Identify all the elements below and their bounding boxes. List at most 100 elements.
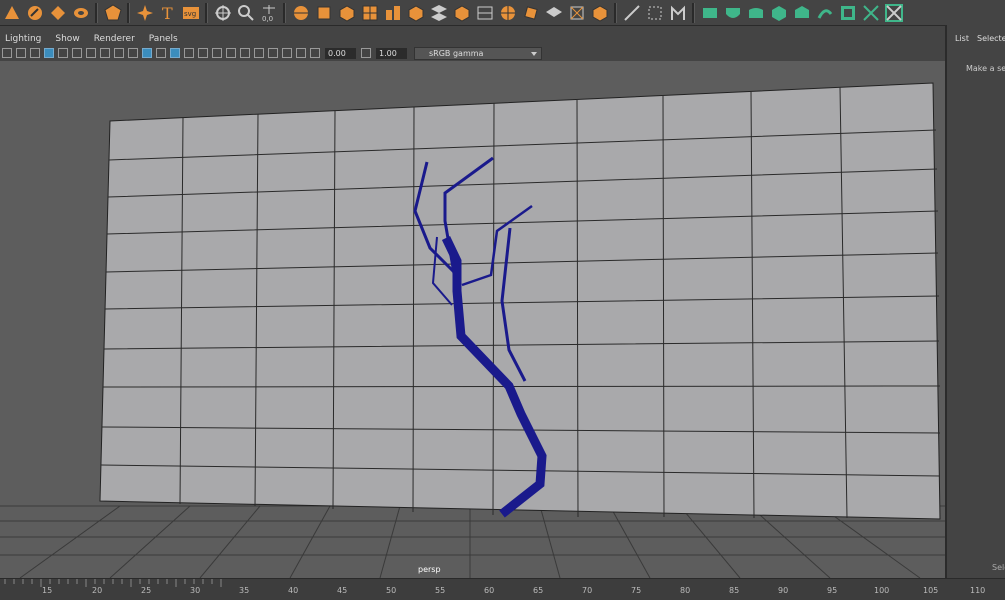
wireframe-icon[interactable] xyxy=(128,48,138,58)
outliner-panel: List Selected Make a sele Sele xyxy=(945,25,1005,578)
lock-camera-icon[interactable] xyxy=(16,48,26,58)
coordinate-icon[interactable]: 0,0 xyxy=(259,3,278,22)
text-icon[interactable]: T xyxy=(158,3,177,22)
timeline[interactable]: 15 20 25 30 35 40 45 50 55 60 65 70 75 8… xyxy=(0,578,1005,600)
textured-icon[interactable] xyxy=(184,48,194,58)
timeline-tick: 110 xyxy=(970,586,986,595)
hud-icon[interactable] xyxy=(268,48,278,58)
smooth-shade-icon[interactable] xyxy=(142,48,152,58)
curve-icon[interactable] xyxy=(668,3,687,22)
timeline-tick: 85 xyxy=(729,586,740,595)
resolution-gate-icon[interactable] xyxy=(72,48,82,58)
cube-icon[interactable] xyxy=(544,3,563,22)
cube-icon[interactable] xyxy=(429,3,448,22)
timeline-tick: 70 xyxy=(582,586,593,595)
polygon-icon[interactable] xyxy=(103,3,122,22)
field-chart-icon[interactable] xyxy=(100,48,110,58)
wall-plane[interactable] xyxy=(99,82,941,520)
motion-blur-icon[interactable] xyxy=(240,48,250,58)
ambient-occlusion-icon[interactable] xyxy=(226,48,236,58)
diamond-icon[interactable] xyxy=(48,3,67,22)
green-icon[interactable] xyxy=(723,3,742,22)
timeline-tick: 100 xyxy=(874,586,890,595)
grid-icon[interactable] xyxy=(44,48,54,58)
shelf-toolbar: T svg 0,0 xyxy=(0,0,1005,26)
exposure-icon[interactable] xyxy=(310,48,320,58)
cube-icon[interactable] xyxy=(521,3,540,22)
green-icon[interactable] xyxy=(838,3,857,22)
curve-icon[interactable] xyxy=(645,3,664,22)
menu-panels[interactable]: Panels xyxy=(149,34,178,44)
separator xyxy=(127,2,130,23)
outliner-hint: Make a sele xyxy=(966,64,1005,73)
measure-icon[interactable] xyxy=(213,3,232,22)
outliner-footer: Sele xyxy=(992,563,1005,572)
camera-label: persp xyxy=(418,565,441,574)
exposure-field[interactable]: 0.00 xyxy=(325,47,356,59)
timeline-tick: 30 xyxy=(190,586,201,595)
timeline-tick: 25 xyxy=(141,586,152,595)
gamma-icon[interactable] xyxy=(361,48,371,58)
svg-icon[interactable]: svg xyxy=(181,3,200,22)
use-lights-icon[interactable] xyxy=(156,48,166,58)
timeline-tick: 95 xyxy=(827,586,838,595)
locator-icon[interactable] xyxy=(236,3,255,22)
tab-selected[interactable]: Selected xyxy=(977,34,1005,43)
green-icon[interactable] xyxy=(815,3,834,22)
svg-text:svg: svg xyxy=(184,10,196,18)
timeline-tick: 75 xyxy=(631,586,642,595)
sphere-icon[interactable] xyxy=(2,3,21,22)
menu-renderer[interactable]: Renderer xyxy=(94,34,135,44)
film-gate-icon[interactable] xyxy=(58,48,68,58)
timeline-tick: 105 xyxy=(923,586,939,595)
snapshot-icon[interactable] xyxy=(282,48,292,58)
green-icon[interactable] xyxy=(792,3,811,22)
timeline-tick: 15 xyxy=(42,586,53,595)
timeline-tick: 60 xyxy=(484,586,495,595)
menu-lighting[interactable]: Lighting xyxy=(5,34,41,44)
timeline-tick: 50 xyxy=(386,586,397,595)
cube-icon[interactable] xyxy=(360,3,379,22)
viewport-toolbar: 0.00 1.00 sRGB gamma xyxy=(0,45,945,62)
menu-show[interactable]: Show xyxy=(55,34,79,44)
gamma-field[interactable]: 1.00 xyxy=(376,47,407,59)
globe-icon[interactable] xyxy=(498,3,517,22)
separator xyxy=(95,2,98,23)
viewport-menubar: Lighting Show Renderer Panels xyxy=(0,33,945,45)
xray-icon[interactable] xyxy=(170,48,180,58)
green-icon[interactable] xyxy=(769,3,788,22)
cube-icon[interactable] xyxy=(383,3,402,22)
bookmark-icon[interactable] xyxy=(30,48,40,58)
shadows-icon[interactable] xyxy=(212,48,222,58)
green-icon[interactable] xyxy=(700,3,719,22)
safe-action-icon[interactable] xyxy=(114,48,124,58)
fit-view-icon[interactable] xyxy=(296,48,306,58)
svg-text:T: T xyxy=(162,4,173,22)
multisample-icon[interactable] xyxy=(254,48,264,58)
cube-icon[interactable] xyxy=(314,3,333,22)
select-camera-icon[interactable] xyxy=(2,48,12,58)
pencil-icon[interactable] xyxy=(25,3,44,22)
separator xyxy=(692,2,695,23)
gate-mask-icon[interactable] xyxy=(86,48,96,58)
green-icon[interactable] xyxy=(884,3,903,22)
nurbs-sphere-icon[interactable] xyxy=(291,3,310,22)
cube-icon[interactable] xyxy=(567,3,586,22)
cube-icon[interactable] xyxy=(590,3,609,22)
curve-icon[interactable] xyxy=(622,3,641,22)
timeline-tick: 65 xyxy=(533,586,544,595)
frame-icon[interactable] xyxy=(475,3,494,22)
separator xyxy=(283,2,286,23)
star-icon[interactable] xyxy=(135,3,154,22)
isolate-select-icon[interactable] xyxy=(198,48,208,58)
tab-list[interactable]: List xyxy=(955,34,969,43)
cube-icon[interactable] xyxy=(337,3,356,22)
timeline-tick: 80 xyxy=(680,586,691,595)
torus-icon[interactable] xyxy=(71,3,90,22)
cube-icon[interactable] xyxy=(452,3,471,22)
green-icon[interactable] xyxy=(746,3,765,22)
green-icon[interactable] xyxy=(861,3,880,22)
perspective-viewport[interactable] xyxy=(0,61,945,578)
cube-icon[interactable] xyxy=(406,3,425,22)
colorspace-dropdown[interactable]: sRGB gamma xyxy=(414,46,542,60)
